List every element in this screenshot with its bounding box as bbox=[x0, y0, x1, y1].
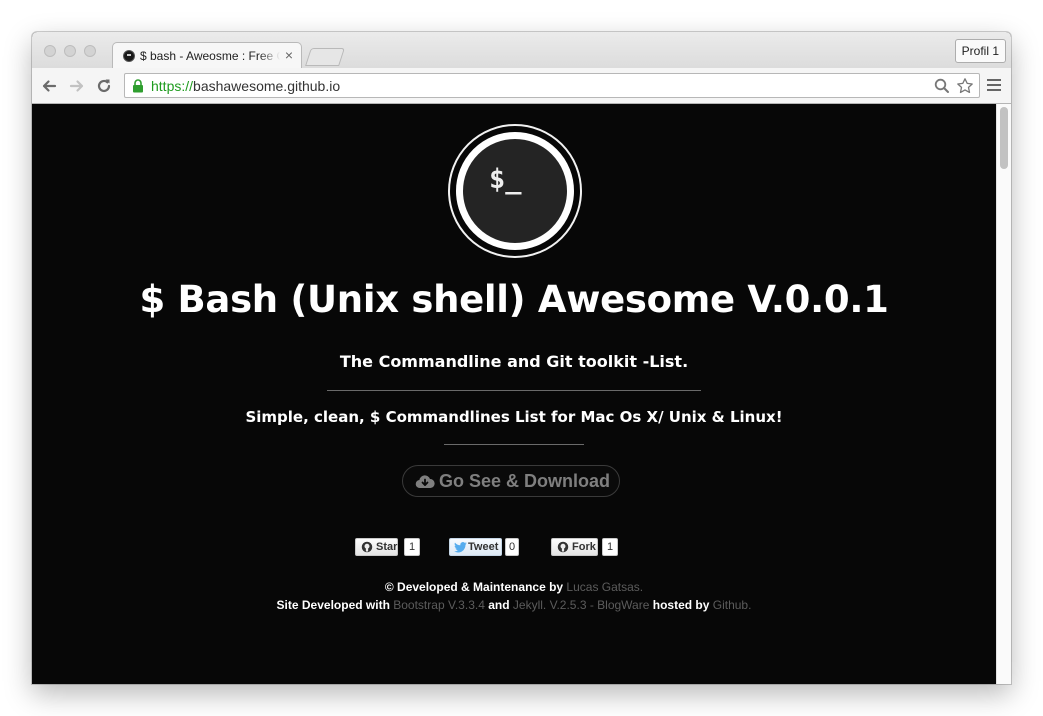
cloud-download-icon bbox=[415, 475, 435, 489]
page-subtitle: The Commandline and Git toolkit -List. bbox=[339, 352, 689, 371]
github-link[interactable]: Github. bbox=[713, 598, 752, 612]
new-tab-button[interactable] bbox=[305, 48, 345, 66]
bash-logo: $_ bbox=[448, 124, 582, 258]
terminal-icon: $_ bbox=[456, 132, 574, 250]
vertical-scrollbar[interactable] bbox=[996, 104, 1011, 684]
star-count[interactable]: 1 bbox=[404, 538, 420, 556]
divider-short bbox=[444, 444, 584, 445]
browser-toolbar: https://bashawesome.github.io bbox=[32, 68, 1011, 104]
star-label: Star bbox=[376, 541, 398, 553]
minimize-window-button[interactable] bbox=[64, 45, 76, 57]
close-window-button[interactable] bbox=[44, 45, 56, 57]
download-button[interactable]: Go See & Download bbox=[402, 465, 620, 497]
menu-icon[interactable] bbox=[987, 79, 1001, 91]
divider bbox=[327, 390, 701, 391]
tab-strip: $ bash - Aweosme : Free C × Profil 1 bbox=[32, 32, 1011, 69]
back-arrow-icon[interactable] bbox=[40, 77, 58, 95]
github-icon bbox=[361, 541, 373, 553]
download-button-label: Go See & Download bbox=[439, 471, 611, 491]
url-scheme: https:// bbox=[151, 78, 194, 94]
footer-credit: © Developed & Maintenance by Lucas Gatsa… bbox=[32, 580, 996, 594]
fork-count[interactable]: 1 bbox=[602, 538, 618, 556]
zoom-window-button[interactable] bbox=[84, 45, 96, 57]
tweet-count[interactable]: 0 bbox=[505, 538, 519, 556]
tweet-label: Tweet bbox=[468, 541, 499, 553]
footer-and: and bbox=[484, 598, 513, 612]
page-title: $ Bash (Unix shell) Awesome V.0.0.1 bbox=[139, 278, 889, 321]
author-link[interactable]: Lucas Gatsas. bbox=[566, 580, 643, 594]
footer-tech-text: Site Developed with bbox=[276, 598, 394, 612]
github-star-button[interactable]: Star bbox=[355, 538, 398, 556]
profile-button[interactable]: Profil 1 bbox=[954, 39, 1006, 63]
search-icon[interactable] bbox=[933, 77, 951, 95]
tweet-button[interactable]: Tweet bbox=[449, 538, 502, 556]
tab-close-button[interactable]: × bbox=[285, 47, 293, 63]
tab-title: $ bash - Aweosme : Free C bbox=[140, 49, 280, 63]
twitter-bird-icon bbox=[454, 542, 467, 553]
reload-icon[interactable] bbox=[95, 77, 113, 95]
lock-icon bbox=[133, 79, 143, 93]
fork-label: Fork bbox=[572, 541, 596, 553]
page-lead: Simple, clean, $ Commandlines List for M… bbox=[245, 408, 783, 426]
browser-tab[interactable]: $ bash - Aweosme : Free C × bbox=[112, 42, 302, 69]
github-fork-button[interactable]: Fork bbox=[551, 538, 598, 556]
url-host: bashawesome.github.io bbox=[193, 78, 341, 94]
github-icon bbox=[557, 541, 569, 553]
jekyll-link[interactable]: Jekyll. V.2.5.3 - BlogWare bbox=[513, 598, 650, 612]
bookmark-star-icon[interactable] bbox=[956, 77, 974, 95]
address-bar[interactable]: https://bashawesome.github.io bbox=[124, 73, 980, 98]
favicon-icon bbox=[123, 50, 135, 62]
scrollbar-thumb[interactable] bbox=[1000, 107, 1008, 169]
bootstrap-link[interactable]: Bootstrap V.3.3.4 bbox=[393, 598, 485, 612]
logo-prompt: $_ bbox=[489, 164, 522, 195]
forward-arrow-icon[interactable] bbox=[68, 77, 86, 95]
footer-credit-text: © Developed & Maintenance by bbox=[384, 580, 567, 594]
footer-tech: Site Developed with Bootstrap V.3.3.4 an… bbox=[32, 598, 996, 612]
url-text: https://bashawesome.github.io bbox=[151, 78, 340, 94]
footer-hosted: hosted by bbox=[649, 598, 713, 612]
browser-window: $ bash - Aweosme : Free C × Profil 1 htt… bbox=[32, 32, 1011, 684]
page-viewport: $_ $ Bash (Unix shell) Awesome V.0.0.1 T… bbox=[32, 104, 1011, 684]
